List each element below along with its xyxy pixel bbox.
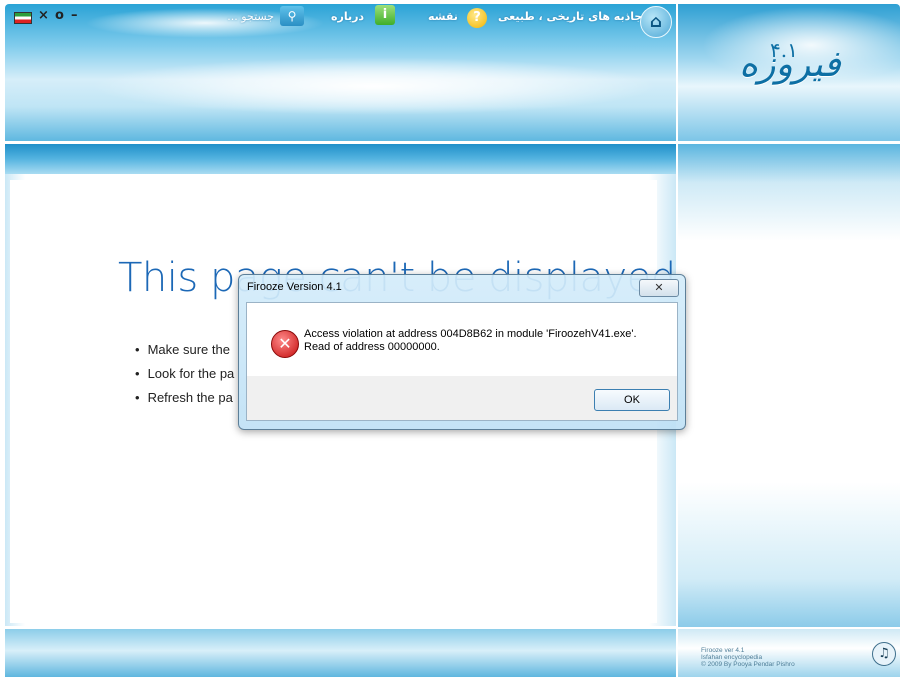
search-icon[interactable]: ⚲ (280, 6, 304, 26)
footer-info: Firooze ver 4.1 Isfahan encyclopedia © 2… (701, 647, 795, 668)
home-icon[interactable]: ⌂ (640, 6, 672, 38)
dialog-close-button[interactable]: ✕ (639, 279, 679, 297)
suggestion-list: Make sure the Look for the pa Refresh th… (135, 338, 235, 410)
about-link[interactable]: درباره (331, 10, 364, 23)
info-icon[interactable]: i (375, 5, 395, 25)
list-item: Make sure the (135, 338, 234, 362)
dialog-title: Firooze Version 4.1 (247, 281, 342, 293)
music-note-icon[interactable]: ♫ (872, 642, 896, 666)
side-panel (678, 144, 900, 627)
app-window: × o – جستجو ... ⚲ درباره i نقشه ? جاذبه … (0, 0, 903, 681)
help-icon[interactable]: ? (467, 8, 487, 28)
ok-button[interactable]: OK (594, 389, 670, 411)
list-item: Refresh the pa (135, 386, 234, 410)
bottom-bar (5, 629, 676, 677)
close-window-button[interactable]: × (38, 8, 49, 23)
attractions-link[interactable]: جاذبه های تاریخی ، طبیعی (498, 10, 642, 23)
search-input[interactable]: جستجو ... (227, 10, 274, 23)
error-message: Access violation at address 004D8B62 in … (304, 328, 637, 353)
error-icon: ✕ (271, 330, 299, 358)
logo-version: ۴.۱ (770, 38, 798, 62)
header-band (5, 144, 676, 174)
language-flag-icon[interactable] (14, 12, 32, 24)
restore-window-button[interactable]: o (55, 8, 64, 23)
minimize-window-button[interactable]: – (71, 8, 78, 23)
map-link[interactable]: نقشه (428, 10, 458, 23)
search-box[interactable]: جستجو ... ⚲ (208, 6, 304, 28)
header-banner (5, 4, 676, 141)
list-item: Look for the pa (135, 362, 235, 386)
